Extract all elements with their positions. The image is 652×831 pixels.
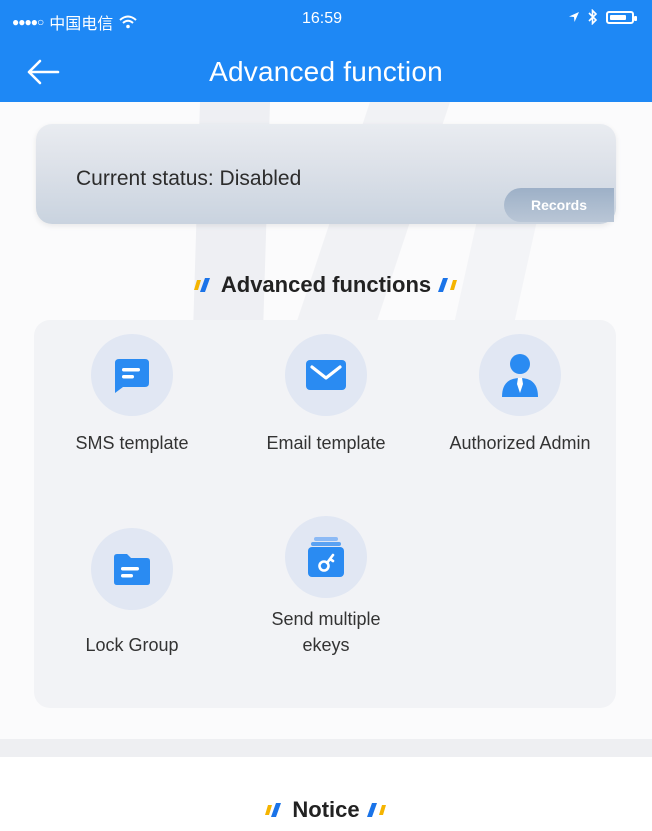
notice-right-mark-icon: [366, 803, 386, 817]
sms-icon: [91, 334, 173, 416]
current-status: Current status: Disabled: [76, 167, 302, 190]
email-template-item[interactable]: Email template: [230, 334, 422, 456]
advanced-functions-heading: Advanced functions: [0, 272, 652, 298]
page-title: Advanced function: [209, 56, 443, 87]
folder-icon: [91, 528, 173, 610]
ekeys-icon: [285, 516, 367, 598]
send-multiple-ekeys-item[interactable]: Send multiple ekeys: [230, 516, 422, 658]
sms-template-label: SMS template: [75, 433, 189, 453]
carrier-name: 中国电信: [49, 16, 114, 33]
status-bar: ●●●●○ 中国电信 16:59: [0, 0, 652, 40]
notice-section: Notice: [0, 757, 652, 831]
main-content: Current status: Disabled Records Advance…: [0, 102, 652, 831]
section-divider: [0, 739, 652, 757]
bluetooth-icon: [588, 9, 598, 25]
clock: 16:59: [302, 10, 343, 27]
authorized-admin-item[interactable]: Authorized Admin: [424, 334, 616, 456]
nav-bar: Advanced function: [0, 40, 652, 102]
authorized-admin-label: Authorized Admin: [449, 433, 591, 453]
email-icon: [285, 334, 367, 416]
status-bar-left: ●●●●○ 中国电信: [12, 10, 137, 34]
admin-icon: [479, 334, 561, 416]
sms-template-item[interactable]: SMS template: [36, 334, 228, 456]
wifi-icon: [119, 15, 137, 29]
email-template-label: Email template: [266, 433, 386, 453]
lock-group-item[interactable]: Lock Group: [36, 528, 228, 658]
advanced-functions-title: Advanced functions: [220, 272, 432, 297]
records-button[interactable]: Records: [504, 188, 614, 222]
heading-left-mark-icon: [193, 278, 210, 292]
status-bar-right: [568, 9, 637, 25]
notice-title: Notice: [292, 797, 360, 822]
notice-left-mark-icon: [265, 803, 282, 817]
status-card: Current status: Disabled Records: [36, 124, 616, 224]
lock-group-label: Lock Group: [85, 635, 179, 655]
location-arrow-icon: [569, 12, 579, 22]
functions-grid: SMS template Email template Authorized A…: [34, 320, 616, 708]
signal-strength: ●●●●○: [12, 15, 44, 29]
battery-icon: [606, 10, 637, 24]
send-multiple-ekeys-label: Send multiple ekeys: [271, 609, 381, 655]
notice-heading: Notice: [0, 797, 652, 823]
heading-right-mark-icon: [438, 278, 458, 292]
